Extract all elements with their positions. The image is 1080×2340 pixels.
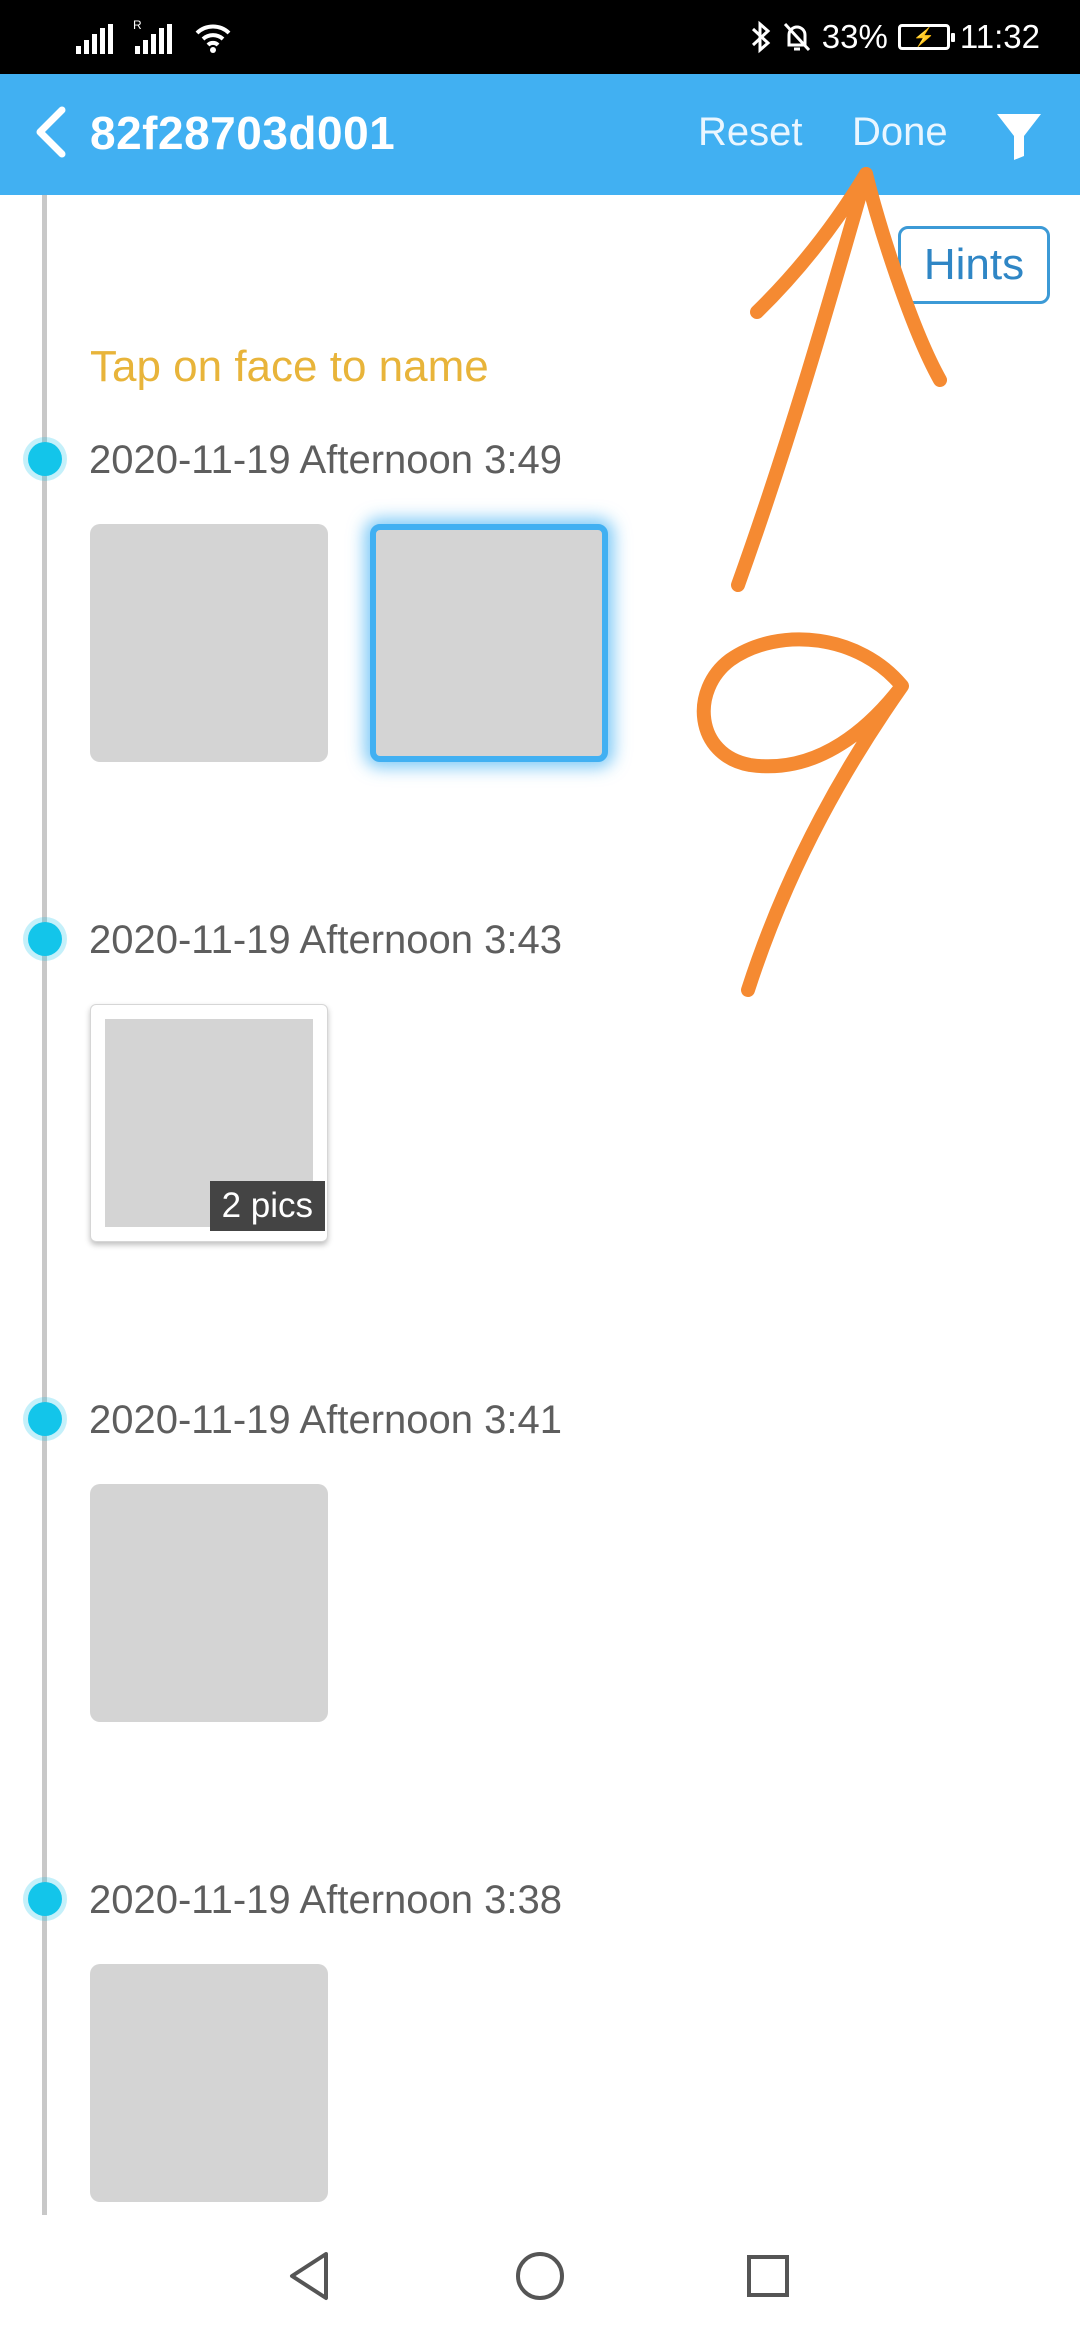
face-thumbnail-stack[interactable]: 2 pics (90, 1004, 328, 1242)
signal-roaming-icon: R (133, 18, 172, 54)
face-thumbnail[interactable] (90, 1484, 328, 1722)
nav-back-button[interactable] (274, 2243, 344, 2313)
face-thumbnail-selected[interactable] (370, 524, 608, 762)
triangle-back-icon (286, 2250, 332, 2307)
timeline-dot (28, 442, 62, 476)
circle-home-icon (514, 2250, 566, 2307)
status-right: 33% ⚡ 11:32 (750, 14, 1040, 60)
filter-funnel-icon (994, 114, 1044, 166)
wifi-icon (194, 22, 232, 54)
reset-button[interactable]: Reset (698, 110, 803, 155)
bluetooth-icon (750, 20, 772, 54)
status-time: 11:32 (959, 18, 1040, 55)
page-title: 82f28703d001 (90, 107, 396, 159)
signal-icon (76, 24, 113, 54)
hint-text: Tap on face to name (90, 342, 489, 391)
group-timestamp: 2020-11-19 Afternoon 3:41 (89, 1398, 562, 1442)
group-timestamp: 2020-11-19 Afternoon 3:49 (89, 438, 562, 482)
battery-icon: ⚡ (897, 24, 955, 50)
face-thumbnail[interactable] (90, 524, 328, 762)
app-bar: 82f28703d001 Reset Done (0, 74, 1080, 195)
square-recents-icon (745, 2253, 791, 2304)
timeline-dot (28, 1882, 62, 1916)
timeline-dot (28, 922, 62, 956)
bell-muted-icon (782, 21, 812, 53)
chevron-left-icon (32, 104, 68, 165)
hints-button[interactable]: Hints (898, 226, 1050, 304)
nav-recents-button[interactable] (733, 2243, 803, 2313)
status-left: R (76, 18, 232, 54)
timeline-dot (28, 1402, 62, 1436)
done-button[interactable]: Done (852, 110, 948, 155)
status-bar: R 33% ⚡ 11:32 (0, 0, 1080, 74)
system-nav-bar (0, 2215, 1080, 2340)
nav-home-button[interactable] (505, 2243, 575, 2313)
group-timestamp: 2020-11-19 Afternoon 3:38 (89, 1878, 562, 1922)
battery-percent: 33% (821, 18, 888, 55)
group-timestamp: 2020-11-19 Afternoon 3:43 (89, 918, 562, 962)
back-button[interactable] (22, 104, 78, 164)
pics-count-badge: 2 pics (209, 1181, 325, 1231)
filter-button[interactable] (994, 110, 1050, 166)
face-thumbnail[interactable] (90, 1964, 328, 2202)
annotation-number-icon (696, 632, 909, 997)
